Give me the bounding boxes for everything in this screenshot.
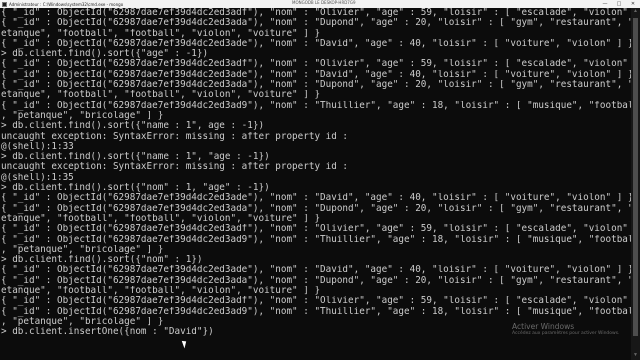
console-output-line: uncaught exception: SyntaxError: missing… (1, 131, 349, 142)
console-output-line: etanque", "football", "football", "violo… (1, 213, 321, 224)
console-output-line: @(shell):1:33 (1, 141, 74, 152)
scroll-thumb[interactable] (633, 18, 638, 336)
scroll-up-arrow-icon[interactable]: ▲ (631, 8, 640, 16)
close-button[interactable]: ✕ (626, 0, 640, 8)
console-output-line: { "_id" : ObjectId("62987dae7ef39d4dc2ed… (1, 38, 631, 49)
watermark-subtitle: Accédez aux paramètres pour activer Wind… (512, 331, 620, 336)
console-output-line: { "_id" : ObjectId("62987dae7ef39d4dc2ed… (1, 69, 631, 80)
console-output-line: { "_id" : ObjectId("62987dae7ef39d4dc2ed… (1, 100, 631, 111)
console-output-line: { "_id" : ObjectId("62987dae7ef39d4dc2ed… (1, 296, 631, 307)
console-output-line: @(shell):1:35 (1, 172, 74, 183)
console-output-line: { "_id" : ObjectId("62987dae7ef39d4dc2ed… (1, 193, 631, 204)
title-bar[interactable]: Administrateur : C:\Windows\system32\cmd… (0, 0, 640, 8)
vertical-scrollbar[interactable]: ▲ ▼ (631, 8, 640, 360)
watermark-title: Activer Windows (512, 322, 575, 331)
console-output-line: { "_id" : ObjectId("62987dae7ef39d4dc2ed… (1, 80, 631, 91)
console-output-line: etanque", "football", "football", "violo… (1, 28, 321, 39)
console-output-line: { "_id" : ObjectId("62987dae7ef39d4dc2ed… (1, 265, 631, 276)
console-output-line: { "_id" : ObjectId("62987dae7ef39d4dc2ed… (1, 224, 631, 235)
window-controls: — □ ✕ (598, 0, 640, 8)
console-output-line: , "petanque", "bricolage" ] } (1, 244, 164, 255)
window-title: Administrateur : C:\Windows\system32\cmd… (9, 1, 124, 7)
console-output-line: etanque", "football", "football", "violo… (1, 90, 321, 101)
maximize-button[interactable]: □ (612, 0, 626, 8)
console-output-line: { "_id" : ObjectId("62987dae7ef39d4dc2ed… (1, 234, 631, 245)
console-output-line: { "_id" : ObjectId("62987dae7ef39d4dc2ed… (1, 8, 631, 18)
console-output-line: etanque", "football", "football", "violo… (1, 286, 321, 297)
console-command-line: > db.client.find().sort({"name : 1", age… (1, 121, 265, 132)
console-output-line: , "petanque", "bricolage" ] } (1, 110, 164, 121)
console-output-line: { "_id" : ObjectId("62987dae7ef39d4dc2ed… (1, 306, 631, 317)
remote-session-title: MONGODB LE DESKOP-HRD7G9 (292, 0, 356, 5)
scroll-down-arrow-icon[interactable]: ▼ (631, 352, 640, 360)
windows-activation-watermark: Activer Windows Accédez aux paramètres p… (512, 322, 620, 337)
console-command-line: > db.client.find().sort({"nom" : 1, "age… (1, 183, 270, 194)
console-command-line: > db.client.find().sort({"name : 1", "ag… (1, 152, 270, 163)
minimize-button[interactable]: — (598, 0, 612, 8)
console-output-line: { "_id" : ObjectId("62987dae7ef39d4dc2ed… (1, 18, 631, 29)
terminal-window: Administrateur : C:\Windows\system32\cmd… (0, 0, 640, 360)
console-command-line: > db.client.find().sort({"nom" : 1}) (1, 255, 203, 266)
console-output-line: uncaught exception: SyntaxError: missing… (1, 162, 349, 173)
cmd-icon (2, 1, 7, 7)
console-command-line: > db.client.find().sort({"age" : -1}) (1, 49, 209, 60)
console-output-line: { "_id" : ObjectId("62987dae7ef39d4dc2ed… (1, 59, 631, 70)
console-output-line: { "_id" : ObjectId("62987dae7ef39d4dc2ed… (1, 203, 631, 214)
console-output[interactable]: { "_id" : ObjectId("62987dae7ef39d4dc2ed… (0, 8, 631, 360)
console-output-line: { "_id" : ObjectId("62987dae7ef39d4dc2ed… (1, 275, 631, 286)
